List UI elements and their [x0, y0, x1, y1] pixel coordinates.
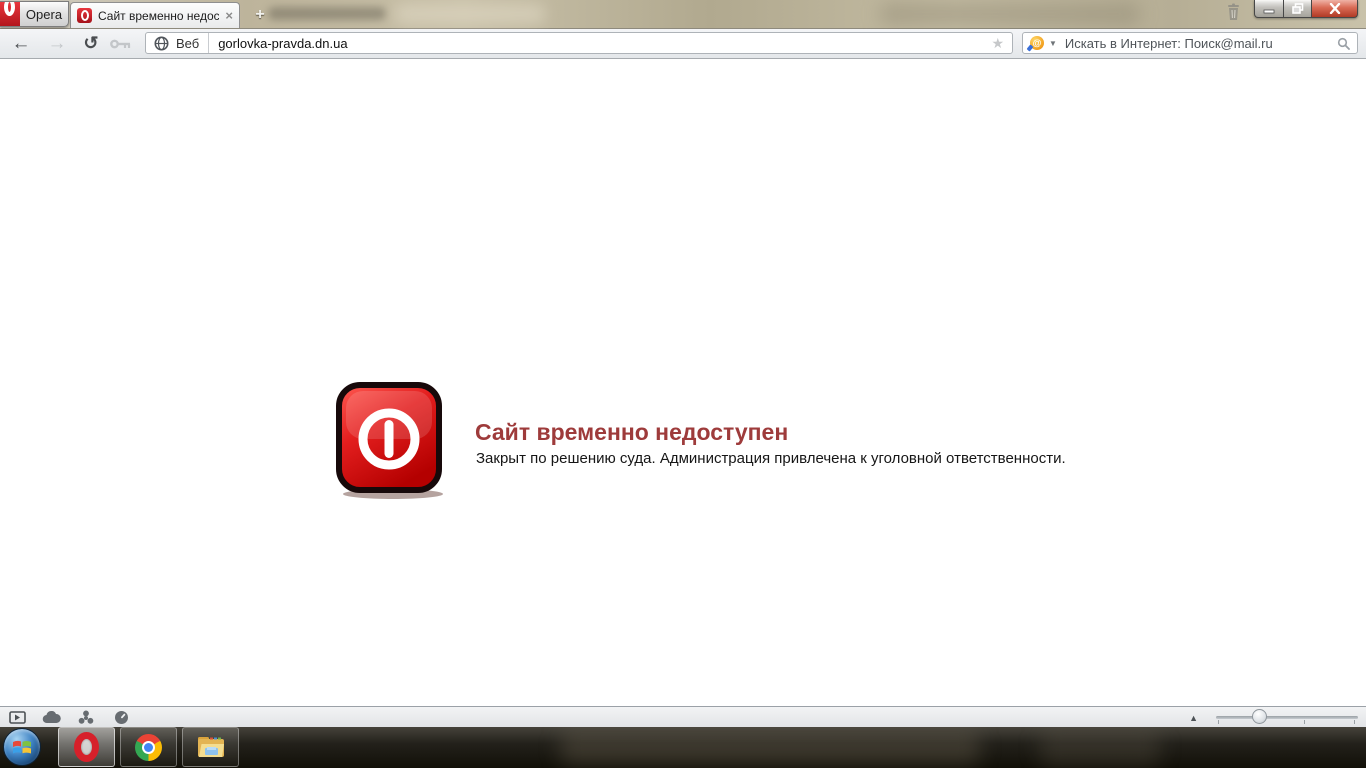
taskbar-blur-artifact — [560, 731, 980, 765]
zoom-tick — [1354, 720, 1355, 724]
panel-up-arrow-icon[interactable]: ▲ — [1189, 713, 1198, 723]
mailru-search-icon: @ — [1030, 36, 1044, 50]
glass-blur-artifact — [395, 4, 545, 24]
opera-menu-button[interactable]: Opera — [0, 1, 69, 27]
closed-tabs-trash-icon[interactable] — [1224, 3, 1243, 26]
close-button[interactable] — [1312, 0, 1358, 18]
error-description: Закрыт по решению суда. Администрация пр… — [476, 450, 1066, 467]
zoom-tick — [1218, 720, 1219, 724]
page-content: Сайт временно недоступен Закрыт по решен… — [0, 59, 1366, 706]
tab-title: Сайт временно недос... — [98, 8, 220, 23]
taskbar-opera-button[interactable] — [58, 727, 115, 767]
taskbar-explorer-button[interactable] — [182, 727, 239, 767]
restore-button[interactable] — [1284, 0, 1312, 18]
power-off-icon — [333, 381, 447, 506]
navigation-bar: ← → ↻ Веб ★ @ — [0, 29, 1366, 59]
search-input[interactable] — [1062, 34, 1330, 52]
zoom-slider-track[interactable] — [1216, 716, 1358, 719]
folder-icon — [197, 737, 224, 757]
opera-status-bar: ▲ — [0, 706, 1366, 727]
tab-favicon-opera-icon — [77, 8, 92, 23]
search-field[interactable]: @ ▼ — [1022, 32, 1358, 54]
turbo-gauge-icon[interactable] — [110, 710, 132, 725]
search-magnifier-icon[interactable] — [1337, 37, 1350, 50]
chrome-icon — [135, 733, 162, 761]
tab-close-icon[interactable]: × — [225, 8, 233, 23]
unite-icon[interactable] — [75, 710, 97, 725]
windows-taskbar: EN ▲ — [0, 727, 1366, 768]
titlebar: Opera Сайт временно недос... × + — [0, 0, 1366, 29]
windows-flag-icon — [13, 740, 31, 754]
error-heading: Сайт временно недоступен — [475, 419, 789, 445]
minimize-button[interactable] — [1254, 0, 1284, 18]
screen: Opera Сайт временно недос... × + ← → ↻ В… — [0, 0, 1366, 768]
opera-icon — [74, 732, 99, 762]
zoom-tick — [1304, 720, 1305, 724]
search-engine-dropdown-icon[interactable]: ▼ — [1049, 39, 1057, 48]
opera-menu-label: Opera — [25, 6, 63, 22]
back-button[interactable]: ← — [8, 29, 34, 58]
password-key-icon[interactable] — [106, 29, 136, 58]
taskbar-blur-artifact — [1040, 729, 1160, 767]
url-input[interactable] — [209, 35, 984, 51]
globe-icon — [154, 36, 169, 51]
zoom-slider-thumb[interactable] — [1252, 709, 1267, 724]
statusbar-right: ▲ — [1189, 707, 1366, 728]
forward-button[interactable]: → — [44, 29, 70, 58]
taskbar-chrome-button[interactable] — [120, 727, 177, 767]
bookmark-star-icon[interactable]: ★ — [991, 35, 1004, 52]
panels-toggle-icon[interactable] — [6, 710, 28, 725]
glass-blur-artifact — [880, 2, 1140, 26]
reload-button[interactable]: ↻ — [78, 29, 104, 58]
browser-tab[interactable]: Сайт временно недос... × — [70, 2, 240, 28]
address-bar[interactable]: Веб ★ — [145, 32, 1013, 54]
opera-logo-icon — [0, 2, 20, 26]
protocol-badge[interactable]: Веб — [176, 36, 199, 51]
window-controls — [1254, 0, 1358, 18]
glass-blur-artifact — [268, 7, 386, 20]
new-tab-button[interactable]: + — [248, 6, 272, 23]
start-button[interactable] — [3, 728, 41, 766]
zoom-slider[interactable] — [1216, 707, 1358, 728]
sync-cloud-icon[interactable] — [40, 710, 62, 725]
